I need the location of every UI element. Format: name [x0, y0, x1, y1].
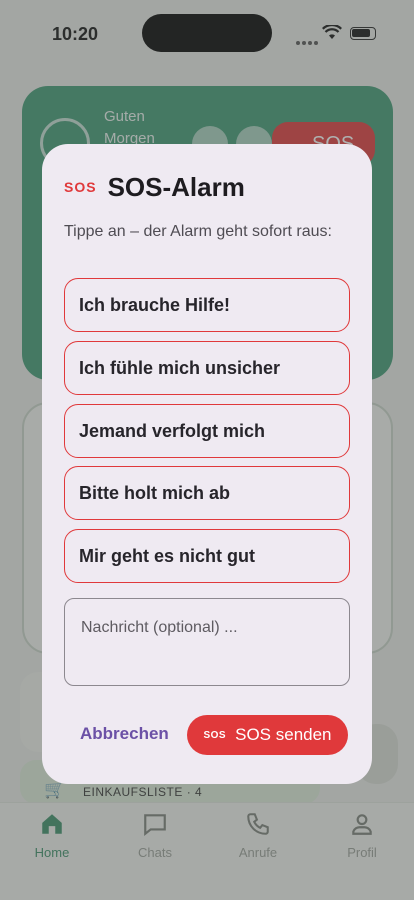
message-input[interactable] — [64, 598, 350, 686]
sos-send-icon: SOS — [203, 729, 227, 741]
sos-option-need-help[interactable]: Ich brauche Hilfe! — [64, 278, 350, 332]
sos-option-not-well[interactable]: Mir geht es nicht gut — [64, 529, 350, 583]
sos-icon: SOS — [64, 179, 97, 195]
sos-option-pick-me-up[interactable]: Bitte holt mich ab — [64, 466, 350, 520]
dialog-subtitle: Tippe an – der Alarm geht sofort raus: — [64, 223, 332, 240]
send-sos-label: SOS senden — [235, 725, 332, 744]
sos-alarm-dialog: SOS SOS-Alarm Tippe an – der Alarm geht … — [42, 144, 372, 784]
sos-option-followed[interactable]: Jemand verfolgt mich — [64, 404, 350, 458]
dialog-title: SOS-Alarm — [107, 171, 245, 202]
sos-option-feel-unsafe[interactable]: Ich fühle mich unsicher — [64, 341, 350, 395]
send-sos-button[interactable]: SOS SOS senden — [187, 715, 348, 755]
dialog-header: SOS SOS-Alarm — [64, 172, 245, 202]
cancel-button[interactable]: Abbrechen — [80, 724, 169, 744]
